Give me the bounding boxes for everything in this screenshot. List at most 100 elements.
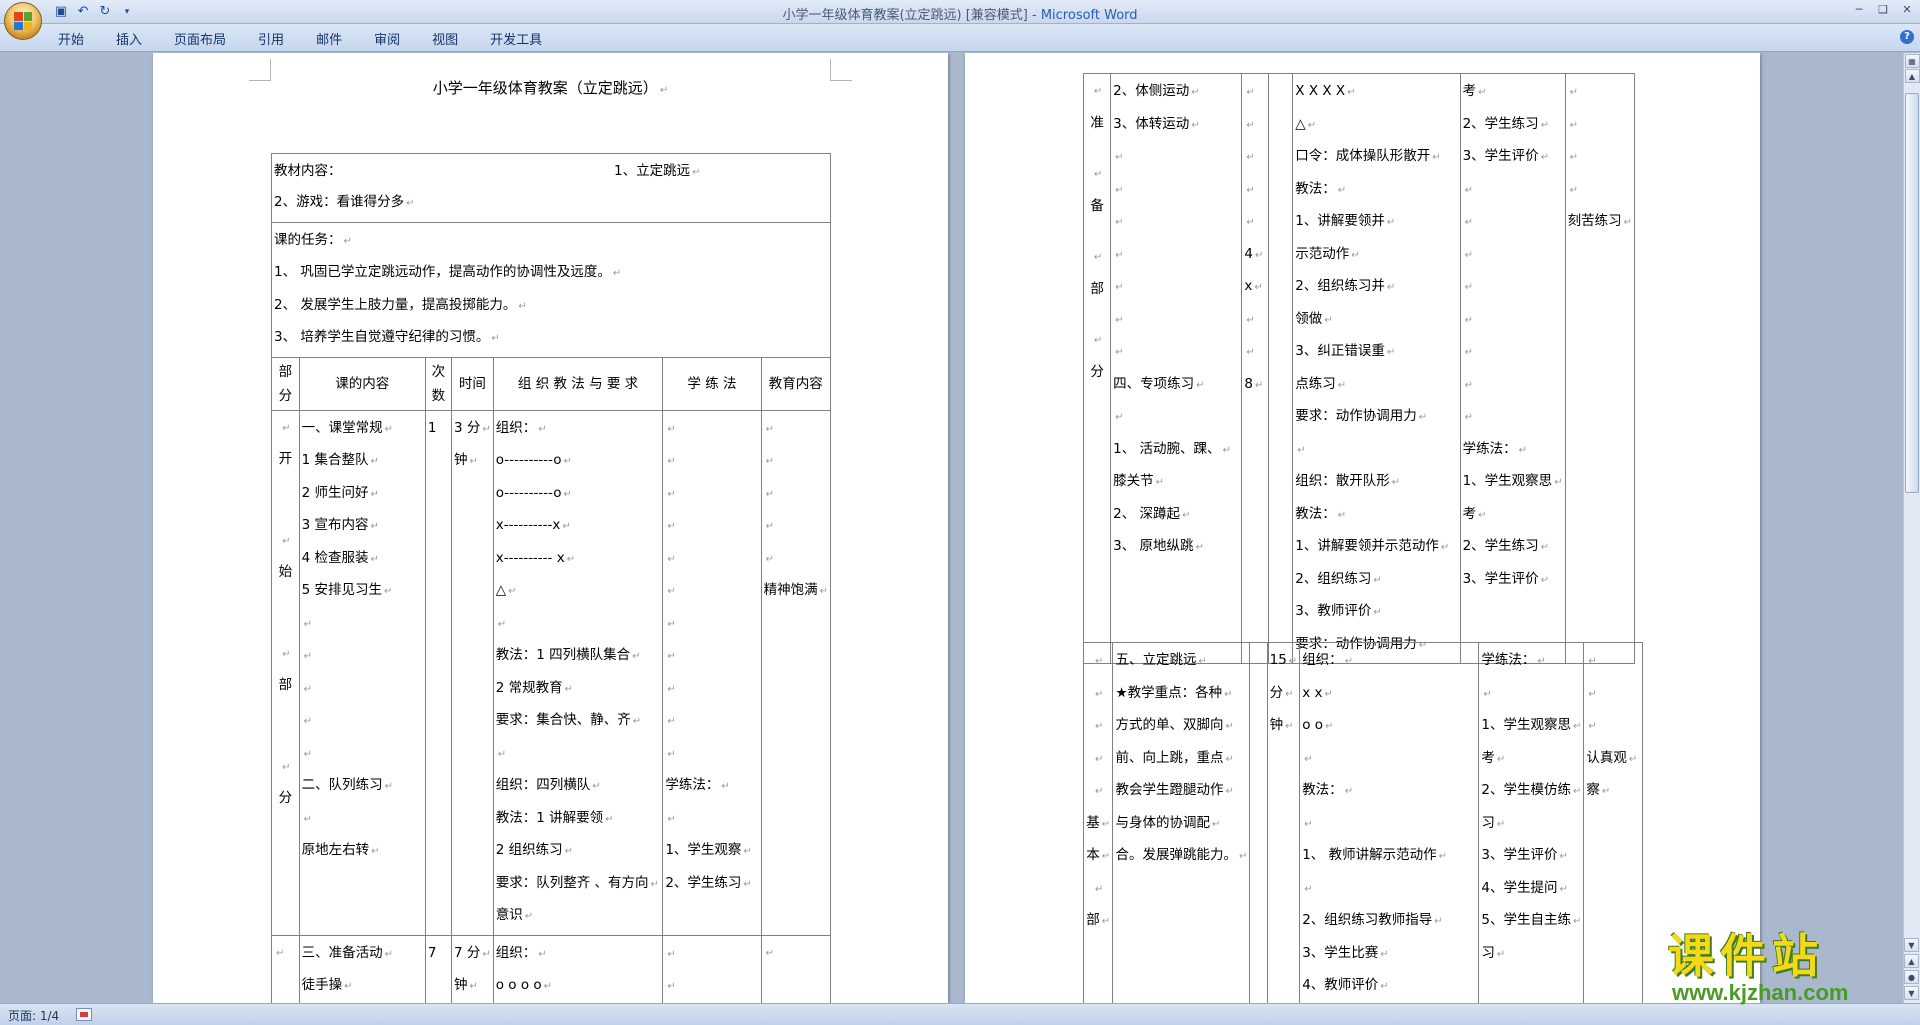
part-char: 基 ↵ — [1086, 814, 1111, 831]
content-line: ↵ — [1115, 347, 1124, 358]
education-line: ↵ — [1588, 688, 1597, 700]
content-line: ↵ — [1115, 412, 1124, 423]
education-line: 刻苦练习 ↵ — [1567, 213, 1632, 229]
study-line: 2、学生练习 ↵ — [1462, 115, 1550, 132]
ribbon-tab[interactable]: 开发工具 — [490, 29, 542, 48]
study-line: 3、学生评价 ↵ — [1462, 570, 1550, 587]
study-line: ↵ — [667, 683, 676, 695]
organization-line: 教法： ↵ — [1302, 782, 1354, 798]
task-line: 2、 发展学生上肢力量，提高投掷能力。 ↵ — [274, 296, 527, 313]
time-line: 7 分 ↵ — [453, 944, 491, 961]
table-row: 教材内容： 1、立定跳远 ↵ 2、游戏：看谁得分多 ↵ — [271, 153, 831, 223]
scroll-up-icon[interactable]: ▲ — [1904, 69, 1920, 83]
window-title: 小学一年级体育教案(立定跳远) [兼容模式] - Microsoft Word — [782, 8, 1138, 23]
organization-line: ↵ — [497, 618, 507, 630]
content-line: 方式的单、双脚向 ↵ — [1115, 717, 1234, 733]
part-cell: ↵ — [271, 934, 300, 1003]
study-method-cell: ↵ ↵ ↵ ↵ ↵ ↵ ↵ ↵ ↵ ↵ ↵ 学练法： ↵ ↵ 1、学生观察 ↵ 2、学生练习 ↵ — [662, 409, 762, 936]
study-line: 习 ↵ — [1481, 944, 1506, 961]
content-line: 1、 活动腕、踝、 ↵ — [1113, 440, 1231, 457]
restore-icon[interactable]: ❑ — [1874, 2, 1892, 18]
study-line: ↵ — [667, 716, 676, 727]
organization-line: x----------x ↵ — [495, 517, 571, 533]
count-cell: 1 — [424, 409, 452, 936]
part-char: ↵ — [1095, 688, 1104, 700]
part-char: 开 — [278, 451, 293, 467]
close-icon[interactable]: ✕ — [1898, 2, 1916, 18]
document-page-2[interactable]: ↵ 准 ↵ 备 ↵ 部 ↵ 分 2、体侧运动 ↵ 3、体转运动 ↵ ↵ ↵ ↵ ↵ ↵ ↵ ↵ 四、专项练习 ↵ ↵ 1… — [965, 53, 1760, 1003]
count-cell: 7 — [424, 934, 452, 1003]
content-line: ↵ — [1115, 152, 1124, 163]
material-cell: 教材内容： 1、立定跳远 ↵ 2、游戏：看谁得分多 ↵ — [271, 153, 831, 223]
part-char: ↵ — [1095, 656, 1104, 667]
ribbon-tab[interactable]: 引用 — [258, 29, 284, 48]
organization-line: 1、讲解要领并示范动作 ↵ — [1295, 538, 1450, 554]
ribbon-tab[interactable]: 页面布局 — [174, 29, 226, 48]
paragraph-mark: ↵ — [1093, 86, 1103, 97]
material-label: 教材内容： — [274, 163, 342, 179]
column-header: 组 织 教 法 与 要 求 — [492, 356, 664, 411]
organization-line: o o o o↵ — [495, 977, 553, 993]
tasks-label: 课的任务： — [274, 231, 342, 248]
organization-line: 点练习 ↵ — [1295, 375, 1347, 392]
count-value: 7 — [427, 944, 437, 961]
ruler-toggle-icon[interactable]: ▦ — [1904, 54, 1920, 68]
document-workspace[interactable]: 小学一年级体育教案（立定跳远） ↵ 教材内容： 1、立定跳远 ↵ 2、游戏：看谁得分… — [0, 53, 1903, 1003]
content-line: 原地左右转 ↵ — [301, 842, 380, 858]
content-line: 前、向上跳，重点 ↵ — [1115, 749, 1234, 766]
column-header: 次数 — [424, 356, 452, 411]
organization-cell: 组织： ↵ x x ↵ o o ↵ ↵ 教法： ↵ ↵ 1、 教师讲解示范动作 ↵ ↵ 2、组织练习教师… — [1299, 642, 1480, 1003]
organization-line: 组织： ↵ — [1302, 652, 1354, 668]
content-line: 3 宣布内容 ↵ — [301, 517, 379, 533]
document-page-1[interactable]: 小学一年级体育教案（立定跳远） ↵ 教材内容： 1、立定跳远 ↵ 2、游戏：看谁得分… — [153, 53, 948, 1003]
organization-line: 教法： ↵ — [1295, 505, 1347, 522]
study-line: ↵ — [667, 456, 676, 467]
study-line: 4、学生提问 ↵ — [1481, 879, 1568, 896]
status-page-count[interactable]: 页面: 1/4 — [8, 1007, 59, 1024]
ribbon-tab[interactable]: 插入 — [116, 29, 142, 48]
content-line: ↵ — [1115, 184, 1124, 196]
organization-line: 3、教师评价 ↵ — [1295, 603, 1382, 619]
minimize-icon[interactable]: ─ — [1850, 2, 1868, 18]
study-line: ↵ — [667, 521, 676, 532]
proofing-status-icon[interactable] — [76, 1008, 92, 1021]
education-line: ↵ — [765, 456, 774, 467]
table-row: ↵ 开 ↵ 始 ↵ 部 ↵ 分 一、课堂常规 ↵ 1 集合整队 ↵ 2 师生问好 ↵ 3 宣布内容 ↵ 4 检… — [271, 409, 832, 936]
ribbon-tab[interactable]: 开始 — [58, 29, 84, 48]
office-button[interactable] — [4, 2, 42, 40]
organization-line: ↵ — [497, 748, 507, 760]
education-cell: ↵ ↵ ↵ ↵ ↵ 精神饱满 ↵ — [760, 409, 832, 936]
organization-line: ↵ — [1304, 883, 1313, 895]
previous-page-icon[interactable]: ▲ — [1904, 954, 1919, 968]
ribbon-tab[interactable]: 视图 — [432, 29, 458, 48]
scrollbar-thumb[interactable] — [1905, 93, 1919, 493]
next-page-icon[interactable]: ▼ — [1904, 986, 1919, 1000]
ribbon-tab[interactable]: 审阅 — [374, 29, 400, 48]
organization-line: 领做 ↵ — [1295, 310, 1333, 327]
organization-line: 1、 教师讲解示范动作 ↵ — [1302, 847, 1447, 863]
content-line: ↵ — [1115, 282, 1124, 293]
ribbon-tab[interactable]: 邮件 — [316, 29, 342, 48]
part-char: ↵ — [1095, 753, 1104, 765]
paragraph-mark: ↵ — [282, 422, 291, 434]
site-watermark: 课件站 www.kjzhan.com — [1668, 920, 1900, 1005]
help-icon[interactable]: ? — [1900, 30, 1914, 44]
table-row: ↵ ↵ ↵ ↵ ↵ 基 ↵ 本 ↵ ↵ 部 ↵ 五、立定跳远 ↵ ★教学重点：各种 ↵ 方式的单、双脚向 ↵ 前、… — [1082, 642, 1643, 1003]
time-line: 钟 ↵ — [1269, 717, 1294, 733]
study-line: ↵ — [1483, 688, 1492, 700]
count-line: ↵ — [1246, 87, 1255, 98]
organization-line: x x ↵ — [1302, 684, 1333, 701]
study-line: 考 ↵ — [1462, 505, 1487, 522]
time-cell — [1268, 73, 1294, 664]
study-line: 2、学生练习 ↵ — [1462, 538, 1550, 554]
organization-line: 组织：散开队形 ↵ — [1295, 473, 1401, 489]
column-header: 课的内容 — [298, 356, 426, 411]
column-header: 学 练 法 — [662, 356, 762, 411]
part-char: 部 — [1090, 280, 1104, 297]
browse-object-icon[interactable]: ● — [1904, 970, 1919, 984]
content-line: 二、队列练习 ↵ — [301, 777, 394, 793]
scroll-down-icon[interactable]: ▼ — [1904, 938, 1919, 952]
study-line: 1、学生观察思 ↵ — [1481, 717, 1582, 733]
study-line: 学练法：↵ — [665, 777, 730, 793]
vertical-scrollbar[interactable]: ▦ ▲ ▼ ▲ ● ▼ — [1903, 53, 1920, 1003]
